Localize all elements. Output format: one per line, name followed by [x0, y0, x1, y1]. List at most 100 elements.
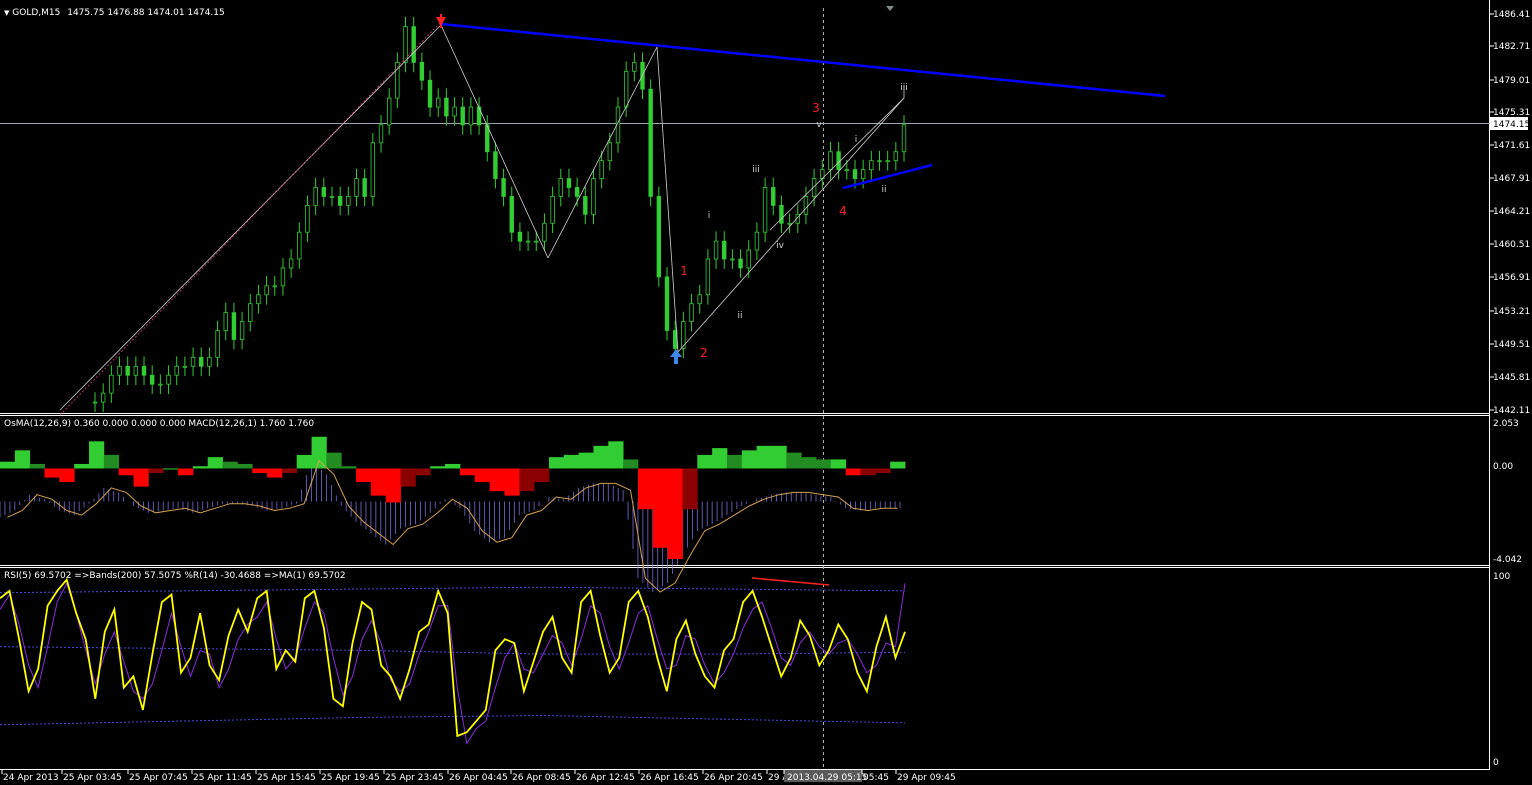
osma-bar [563, 454, 580, 469]
price-candle [362, 168, 367, 207]
price-candle [901, 115, 907, 162]
price-candle [109, 365, 114, 403]
osma-bar [118, 468, 134, 476]
osma-bar [548, 457, 565, 469]
osma-axis: 2.053 0.00 -4.042 [1493, 419, 1522, 565]
osma-bar [771, 445, 787, 469]
price-candle [411, 16, 416, 73]
price-tick-label: 1467.91 [1493, 174, 1530, 184]
price-candle [329, 186, 335, 207]
osma-bar [59, 468, 75, 483]
osma-bar [311, 436, 327, 469]
osma-bar [385, 468, 401, 503]
price-candle [117, 356, 122, 386]
price-candle [427, 70, 433, 117]
osma-bar [459, 468, 476, 476]
price-candle [754, 222, 760, 260]
osma-bar [890, 461, 906, 469]
price-tick-label: 1475.31 [1493, 108, 1530, 118]
osma-bar [252, 468, 268, 474]
osma-bar [578, 452, 594, 469]
osma-bar [237, 463, 253, 469]
price-candle [125, 356, 130, 386]
price-candle [722, 231, 727, 269]
osma-bar [623, 459, 639, 469]
rsi-line [0, 577, 906, 738]
time-tick-label: 25 Apr 03:45 [63, 773, 122, 783]
price-candle [436, 88, 441, 117]
rsi-axis: 100 0 [1493, 572, 1510, 768]
chart-window: { "header": { "arrow_glyph": "▼", "symbo… [0, 0, 1532, 785]
osma-bar [712, 448, 728, 469]
price-candle [354, 168, 359, 207]
price-candle [215, 320, 220, 368]
osma-bar [163, 468, 179, 470]
bollinger-band-line [0, 586, 906, 594]
price-candle [133, 356, 139, 386]
wave-label-major: 3 [812, 101, 820, 115]
price-candle [525, 231, 531, 251]
price-candle [476, 97, 482, 135]
osma-bar [14, 450, 31, 469]
osma-bar [608, 441, 624, 469]
pane-borders [0, 0, 1490, 770]
price-tick-label: 1456.91 [1493, 273, 1530, 283]
price-candle [150, 365, 155, 394]
wave-label-minor: iv [776, 241, 785, 251]
time-tick-label: 25 Apr 07:45 [129, 773, 188, 783]
osma-bar [74, 463, 90, 469]
time-tick-label: 25 Apr 19:45 [321, 773, 380, 783]
chart-canvas[interactable]: 1486.41 1482.71 1479.01 1475.31 1471.61 1467.… [0, 0, 1532, 785]
osma-bar [400, 468, 416, 487]
price-candle [239, 311, 245, 350]
rsi-tick-label: 0 [1493, 758, 1499, 768]
osma-bar [445, 463, 461, 469]
price-candle [305, 195, 310, 243]
price-candle [403, 16, 408, 73]
price-candle [141, 356, 147, 386]
buy-arrow-icon [670, 349, 682, 364]
osma-bar [44, 468, 60, 478]
price-tick-label: 1460.51 [1493, 240, 1530, 250]
resistance-trendline[interactable] [440, 22, 1166, 98]
osma-bar [0, 461, 16, 469]
osma-bar [489, 468, 505, 492]
osma-bar [875, 468, 891, 474]
osma-bar [267, 468, 283, 478]
divergence-line [751, 577, 830, 586]
price-candle [248, 293, 253, 332]
price-candle [501, 168, 506, 207]
price-candle [346, 186, 351, 216]
wave-label-major: 1 [680, 264, 688, 278]
price-candle [779, 195, 784, 234]
osma-bar [474, 468, 490, 483]
wave-label-major: 2 [700, 346, 708, 360]
osma-tick-label: -4.042 [1493, 555, 1522, 565]
osma-bar [222, 461, 238, 469]
time-tick-label: 2013.04.29 05:15 [787, 773, 867, 783]
price-candle [231, 302, 237, 350]
osma-bar [341, 466, 357, 469]
osma-bar [504, 468, 520, 496]
price-tick-label: 1479.01 [1493, 76, 1530, 86]
wave-label-minor: ii [737, 311, 742, 321]
price-candle [174, 356, 179, 386]
chart-shift-marker-icon[interactable] [886, 6, 894, 11]
price-candle [493, 141, 498, 189]
osma-bar [207, 457, 223, 469]
osma-bar [682, 468, 698, 510]
pitchfork-dotted-line [59, 21, 442, 416]
osma-histogram [0, 436, 906, 593]
price-candles [92, 16, 907, 412]
osma-bar [534, 468, 550, 483]
wave-label-minor: i [855, 135, 858, 145]
price-candle [264, 276, 269, 305]
price-candle [395, 52, 400, 108]
price-candle [771, 177, 776, 216]
osma-bar [430, 466, 446, 469]
price-candle [656, 186, 662, 287]
rsi-tick-label: 100 [1493, 572, 1510, 582]
time-tick-label: 26 Apr 12:45 [576, 773, 635, 783]
wave-label-minor: iii [900, 83, 908, 93]
svg-text:1474.15: 1474.15 [1493, 120, 1530, 130]
